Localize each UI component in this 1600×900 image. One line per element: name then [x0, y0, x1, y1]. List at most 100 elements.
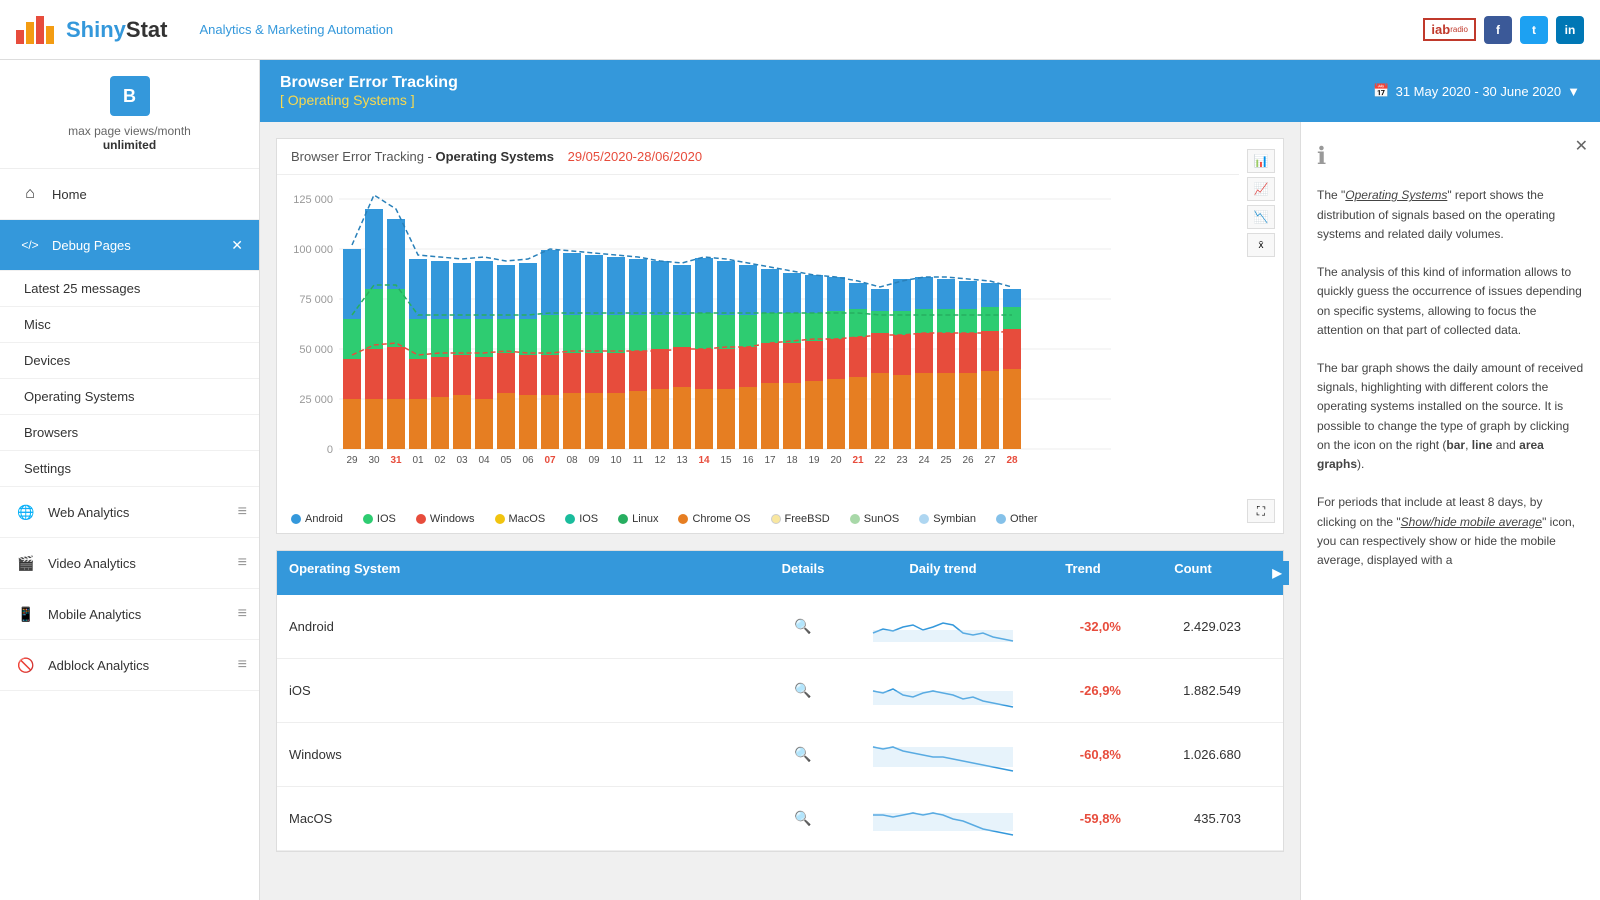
mini-trend-ios: [868, 669, 1018, 709]
video-menu-icon[interactable]: ≡: [238, 554, 247, 572]
legend-label-sunos: SunOS: [864, 513, 899, 525]
subnav-settings[interactable]: Settings: [0, 451, 259, 487]
svg-text:28: 28: [1006, 455, 1018, 466]
adblock-icon: 🚫: [12, 651, 40, 679]
svg-text:30: 30: [368, 455, 380, 466]
subnav-latest[interactable]: Latest 25 messages: [0, 271, 259, 307]
sidebar-item-web-analytics[interactable]: 🌐 Web Analytics ≡: [0, 487, 259, 538]
svg-text:04: 04: [478, 455, 490, 466]
content-area: Browser Error Tracking - Operating Syste…: [260, 122, 1600, 900]
hide-average-button[interactable]: x̄: [1247, 233, 1275, 257]
col-header-trend-pct: Trend: [1033, 551, 1133, 595]
top-bar: Browser Error Tracking [ Operating Syste…: [260, 60, 1600, 122]
sidebar-item-home[interactable]: ⌂ Home: [0, 169, 259, 220]
svg-text:21: 21: [852, 455, 864, 466]
nav-close-icon[interactable]: ✕: [231, 237, 243, 254]
legend-label-windows: Windows: [430, 513, 475, 525]
count-macos: 435.703: [1133, 801, 1253, 836]
svg-text:14: 14: [698, 455, 710, 466]
svg-text:50 000: 50 000: [299, 344, 333, 356]
adblock-menu-icon[interactable]: ≡: [238, 656, 247, 674]
data-table: Operating System Details Daily trend Tre…: [276, 550, 1284, 852]
linkedin-button[interactable]: in: [1556, 16, 1584, 44]
col-header-os: Operating System: [277, 551, 753, 595]
sidebar-item-debug[interactable]: </> Debug Pages ✕: [0, 220, 259, 271]
svg-text:08: 08: [566, 455, 578, 466]
bar-chart-button[interactable]: 📊: [1247, 149, 1275, 173]
svg-text:0: 0: [327, 444, 333, 456]
svg-text:16: 16: [742, 455, 754, 466]
legend-label-linux: Linux: [632, 513, 658, 525]
legend-dot-macos: [495, 514, 505, 524]
video-icon: 🎬: [12, 549, 40, 577]
legend-dot-android: [291, 514, 301, 524]
twitter-button[interactable]: t: [1520, 16, 1548, 44]
legend-label-symbian: Symbian: [933, 513, 976, 525]
info-close-button[interactable]: ✕: [1575, 134, 1588, 160]
home-icon: ⌂: [16, 180, 44, 208]
legend-symbian: Symbian: [919, 513, 976, 525]
info-para-1: The "Operating Systems" report shows the…: [1317, 186, 1584, 244]
logo-text: ShinyStat: [66, 17, 167, 43]
details-ios[interactable]: 🔍: [753, 672, 853, 709]
legend-ios2: IOS: [565, 513, 598, 525]
os-ios: iOS: [277, 673, 753, 708]
content-main: Browser Error Tracking - Operating Syste…: [260, 122, 1300, 900]
mobile-menu-icon[interactable]: ≡: [238, 605, 247, 623]
svg-text:11: 11: [633, 455, 644, 466]
header-left: ShinyStat Analytics & Marketing Automati…: [16, 16, 393, 44]
area-chart-button[interactable]: 📉: [1247, 205, 1275, 229]
legend-dot-ios: [363, 514, 373, 524]
chart-section: Browser Error Tracking - Operating Syste…: [276, 138, 1284, 534]
dropdown-caret[interactable]: ▼: [1567, 84, 1580, 99]
mini-trend-macos: [868, 797, 1018, 837]
details-windows[interactable]: 🔍: [753, 736, 853, 773]
subnav-devices[interactable]: Devices: [0, 343, 259, 379]
os-android: Android: [277, 609, 753, 644]
table-header: Operating System Details Daily trend Tre…: [277, 551, 1283, 595]
svg-text:02: 02: [434, 455, 446, 466]
logo-bar-4: [46, 26, 54, 44]
sidebar-item-adblock-analytics[interactable]: 🚫 Adblock Analytics ≡: [0, 640, 259, 691]
col-header-extra: ▶: [1253, 551, 1283, 595]
chart-controls: 📊 📈 📉 x̄ ⛶: [1239, 139, 1283, 533]
top-bar-date[interactable]: 📅 31 May 2020 - 30 June 2020 ▼: [1373, 83, 1580, 99]
svg-text:100 000: 100 000: [293, 244, 333, 256]
svg-text:17: 17: [764, 455, 776, 466]
svg-text:09: 09: [588, 455, 600, 466]
expand-chart-button[interactable]: ⛶: [1247, 499, 1275, 523]
expand-table-button[interactable]: ▶: [1265, 561, 1289, 585]
facebook-button[interactable]: f: [1484, 16, 1512, 44]
trend-pct-ios: -26,9%: [1033, 673, 1133, 708]
svg-text:75 000: 75 000: [299, 294, 333, 306]
svg-text:25: 25: [940, 455, 952, 466]
svg-text:13: 13: [676, 455, 688, 466]
logo-icon: [16, 16, 54, 44]
legend-android: Android: [291, 513, 343, 525]
web-icon: 🌐: [12, 498, 40, 526]
logo-bar-3: [36, 16, 44, 44]
svg-text:22: 22: [874, 455, 886, 466]
info-para-4: For periods that include at least 8 days…: [1317, 493, 1584, 570]
legend-label-ios2: IOS: [579, 513, 598, 525]
svg-text:07: 07: [544, 455, 556, 466]
legend-dot-freebsd: [771, 514, 781, 524]
line-chart-button[interactable]: 📈: [1247, 177, 1275, 201]
subnav-operating-systems[interactable]: Operating Systems: [0, 379, 259, 415]
trend-pct-android: -32,0%: [1033, 609, 1133, 644]
chart-legend: Android IOS Windows: [277, 505, 1239, 533]
info-para-3: The bar graph shows the daily amount of …: [1317, 359, 1584, 474]
count-windows: 1.026.680: [1133, 737, 1253, 772]
legend-ios: IOS: [363, 513, 396, 525]
subnav-browsers[interactable]: Browsers: [0, 415, 259, 451]
top-bar-info: Browser Error Tracking [ Operating Syste…: [280, 74, 458, 108]
web-menu-icon[interactable]: ≡: [238, 503, 247, 521]
sidebar-item-mobile-analytics[interactable]: 📱 Mobile Analytics ≡: [0, 589, 259, 640]
details-android[interactable]: 🔍: [753, 608, 853, 645]
sidebar-profile: B max page views/month unlimited: [0, 60, 259, 169]
subnav-misc[interactable]: Misc: [0, 307, 259, 343]
details-macos[interactable]: 🔍: [753, 800, 853, 837]
legend-other: Other: [996, 513, 1038, 525]
sidebar-item-video-analytics[interactable]: 🎬 Video Analytics ≡: [0, 538, 259, 589]
svg-text:06: 06: [522, 455, 534, 466]
